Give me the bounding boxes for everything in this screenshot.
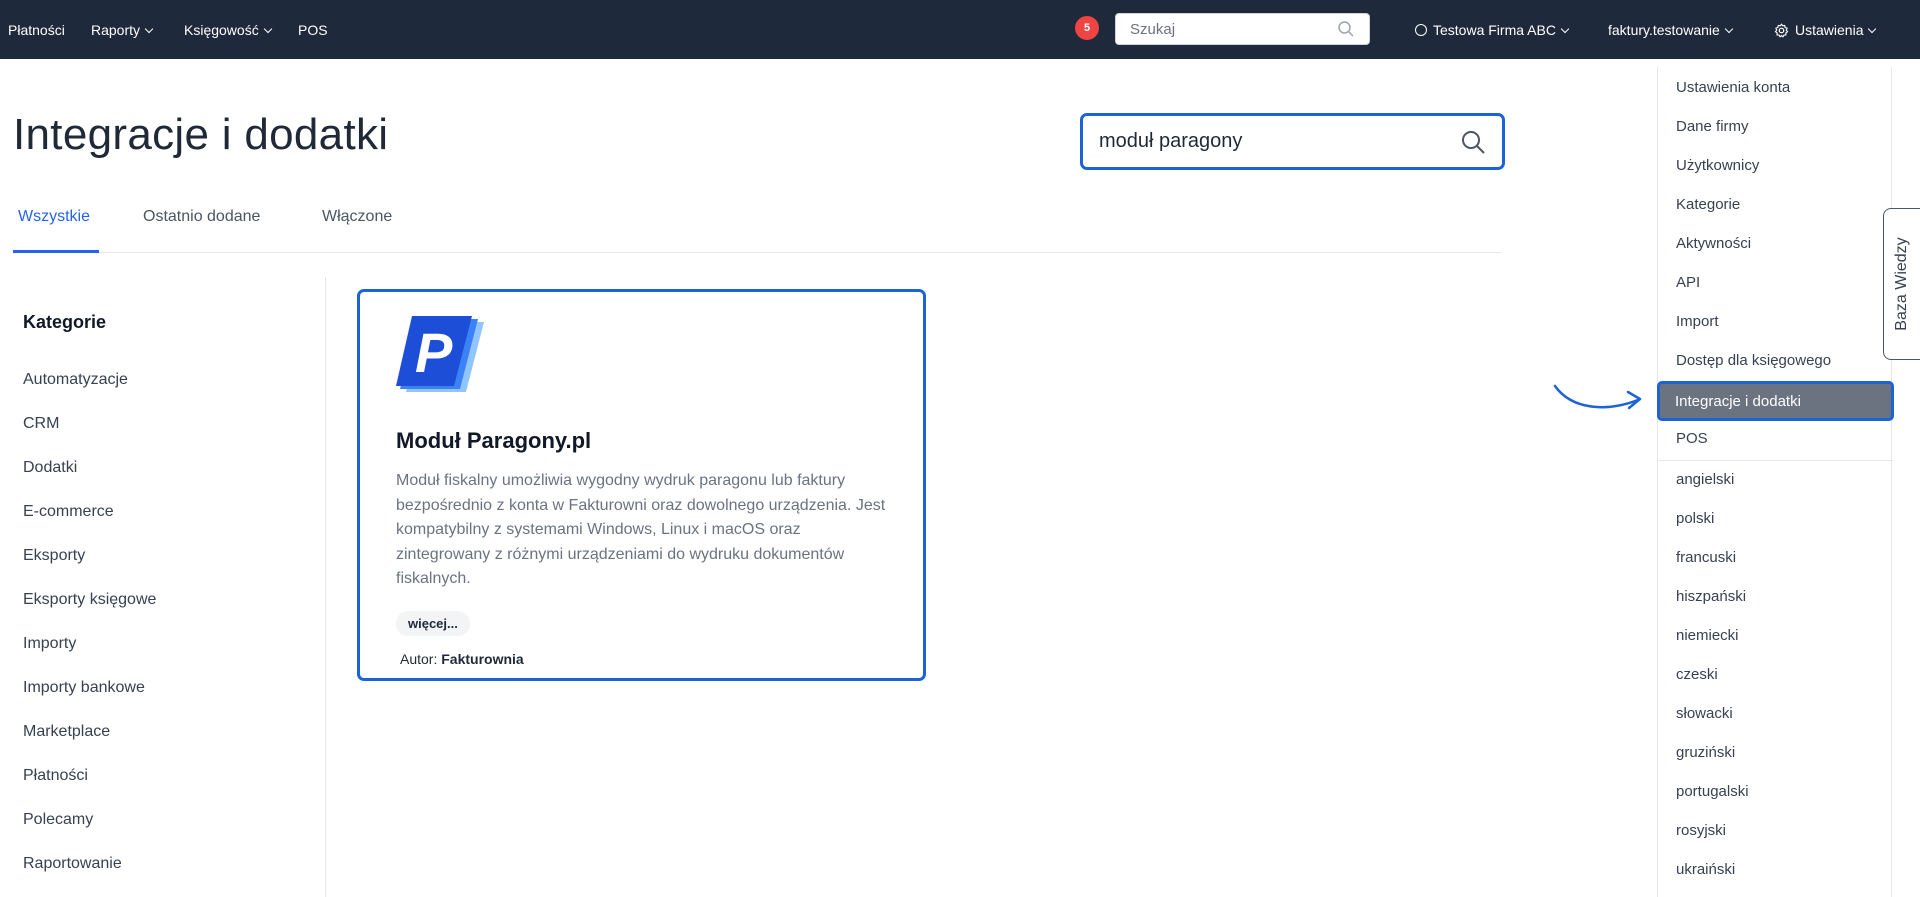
integrations-search-box [1080, 113, 1505, 170]
menu-item-accountant-access[interactable]: Dostęp dla księgowego [1676, 352, 1831, 369]
pointer-arrow-icon [1553, 384, 1642, 410]
category-item[interactable]: Raportowanie [23, 855, 122, 873]
account-name: faktury.testowanie [1608, 22, 1720, 38]
menu-item-account-settings[interactable]: Ustawienia konta [1676, 79, 1790, 96]
categories-title: Kategorie [23, 312, 107, 332]
category-item[interactable]: Importy bankowe [23, 679, 145, 697]
menu-item-users[interactable]: Użytkownicy [1676, 157, 1759, 174]
category-item[interactable]: CRM [23, 415, 59, 433]
menu-item-categories[interactable]: Kategorie [1676, 196, 1740, 213]
nav-raporty[interactable]: Raporty [91, 21, 154, 39]
menu-item-activities[interactable]: Aktywności [1676, 235, 1751, 252]
settings-label: Ustawienia [1795, 22, 1864, 38]
language-item[interactable]: ukraiński [1676, 861, 1735, 878]
language-item[interactable]: niemiecki [1676, 627, 1739, 644]
category-item[interactable]: Marketplace [23, 723, 110, 741]
card-description: Moduł fiskalny umożliwia wygodny wydruk … [396, 472, 886, 587]
language-item[interactable]: słowacki [1676, 705, 1733, 722]
tab-enabled[interactable]: Włączone [322, 208, 392, 226]
category-item[interactable]: Dodatki [23, 459, 77, 477]
categories-panel: Kategorie Automatyzacje CRM Dodatki E-co… [0, 277, 326, 897]
active-tab-indicator [13, 250, 99, 253]
settings-menu-button[interactable]: Ustawienia [1774, 21, 1877, 42]
svg-text:P: P [415, 321, 453, 384]
category-item[interactable]: Płatności [23, 767, 88, 785]
settings-dropdown: Ustawienia konta Dane firmy Użytkownicy … [1657, 67, 1893, 897]
paragony-logo-icon: P [396, 316, 492, 403]
notifications-badge[interactable]: 5 [1075, 16, 1099, 40]
top-search-box [1115, 13, 1370, 45]
knowledge-base-label: Baza Wiedzy [1893, 237, 1910, 331]
search-icon[interactable] [1337, 20, 1355, 43]
language-item[interactable]: rosyjski [1676, 822, 1726, 839]
language-item[interactable]: portugalski [1676, 783, 1749, 800]
tab-all[interactable]: Wszystkie [18, 208, 90, 226]
nav-ksiegowosc[interactable]: Księgowość [184, 21, 272, 39]
language-item[interactable]: czeski [1676, 666, 1718, 683]
chevron-down-icon [1560, 24, 1570, 34]
category-item[interactable]: E-commerce [23, 503, 114, 521]
menu-item-company-data[interactable]: Dane firmy [1676, 118, 1749, 135]
chevron-down-icon [144, 24, 154, 34]
nav-label: Księgowość [184, 22, 259, 38]
page-title: Integracje i dodatki [13, 110, 389, 159]
menu-item-import[interactable]: Import [1676, 313, 1719, 330]
top-navbar: Płatności Raporty Księgowość POS 5 Testo… [0, 0, 1920, 59]
category-item[interactable]: Automatyzacje [23, 371, 128, 389]
language-item[interactable]: hiszpański [1676, 588, 1746, 605]
menu-item-api[interactable]: API [1676, 274, 1700, 291]
integration-card[interactable]: P Moduł Paragony.pl Moduł fiskalny umożl… [357, 289, 926, 681]
language-item[interactable]: gruziński [1676, 744, 1735, 761]
category-item[interactable]: Importy [23, 635, 76, 653]
company-selector[interactable]: Testowa Firma ABC [1415, 21, 1570, 39]
menu-item-label: Integracje i dodatki [1675, 393, 1801, 410]
company-icon [1415, 24, 1427, 36]
category-item[interactable]: Polecamy [23, 811, 93, 829]
tab-recently-added[interactable]: Ostatnio dodane [143, 208, 260, 226]
nav-platnosci[interactable]: Płatności [8, 21, 65, 39]
language-item[interactable]: francuski [1676, 549, 1736, 566]
category-item[interactable]: Eksporty [23, 547, 85, 565]
nav-label: Płatności [8, 22, 65, 38]
search-icon[interactable] [1460, 129, 1486, 160]
language-item[interactable]: polski [1676, 510, 1714, 527]
gear-icon [1774, 23, 1789, 42]
language-item[interactable]: angielski [1676, 471, 1734, 488]
chevron-down-icon [263, 24, 272, 34]
company-name: Testowa Firma ABC [1433, 22, 1556, 38]
card-author: Autor: Fakturownia [400, 651, 524, 667]
author-name: Fakturownia [441, 651, 524, 667]
menu-item-integrations[interactable]: Integracje i dodatki [1657, 381, 1894, 421]
card-title: Moduł Paragony.pl [396, 428, 592, 453]
menu-item-pos[interactable]: POS [1676, 430, 1708, 447]
more-button[interactable]: więcej... [396, 611, 470, 636]
chevron-down-icon [1868, 24, 1877, 34]
top-search-input[interactable] [1116, 14, 1326, 44]
knowledge-base-tab[interactable]: Baza Wiedzy [1883, 208, 1920, 360]
account-selector[interactable]: faktury.testowanie [1608, 21, 1734, 39]
chevron-down-icon [1724, 24, 1734, 34]
category-item[interactable]: Eksporty księgowe [23, 591, 156, 609]
nav-pos[interactable]: POS [298, 21, 328, 39]
menu-divider [1658, 460, 1893, 461]
nav-label: Raporty [91, 22, 141, 38]
integrations-search-input[interactable] [1083, 116, 1423, 167]
tabs-bar: Wszystkie Ostatnio dodane Włączone [13, 196, 1501, 253]
nav-label: POS [298, 22, 328, 38]
author-prefix: Autor: [400, 651, 442, 667]
